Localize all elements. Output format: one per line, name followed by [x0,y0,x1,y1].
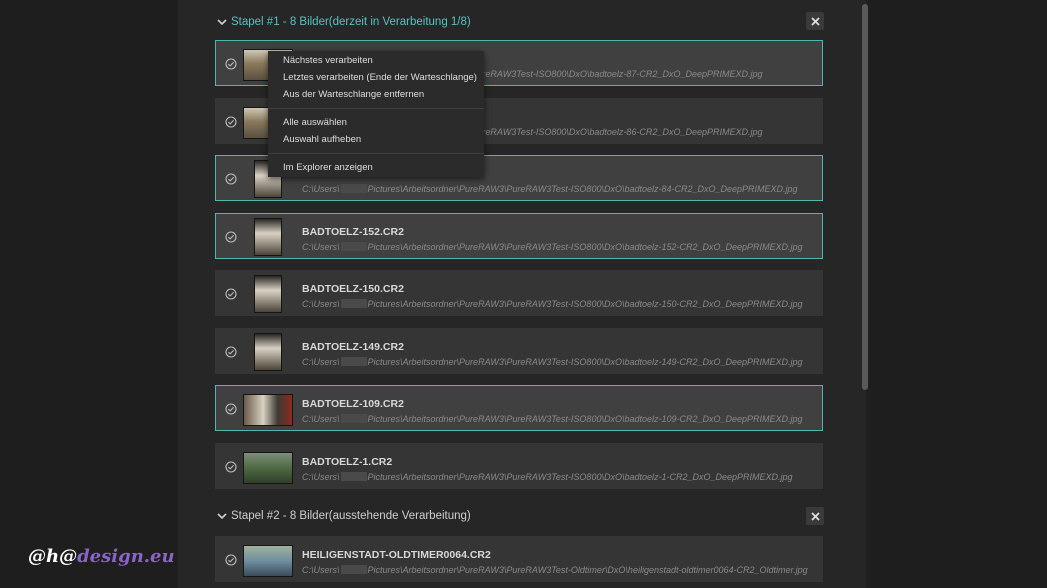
check-circle-icon [225,288,237,300]
queue-row[interactable]: BADTOELZ-109.CR2 C:\Users\ Pictures\Arbeit… [215,385,823,431]
file-path-suffix: Pictures\Arbeitsordner\PureRAW3\PureRAW3… [367,242,803,252]
file-path-suffix: Pictures\Arbeitsordner\PureRAW3\PureRAW3… [367,414,803,424]
file-path: C:\Users\ Pictures\Arbeitsordner\PureRAW3… [302,414,803,424]
image-thumbnail [254,218,282,256]
chevron-down-icon[interactable] [215,509,229,523]
queue-row[interactable]: HEILIGENSTADT-OLDTIMER0064.CR2 C:\Users\ P… [215,536,823,582]
file-path: C:\Users\ Pictures\Arbeitsordner\PureRAW3… [302,357,803,367]
file-name: HEILIGENSTADT-OLDTIMER0064.CR2 [302,549,491,561]
file-path-suffix: Pictures\Arbeitsordner\PureRAW3\PureRAW3… [367,357,803,367]
file-name: BADTOELZ-149.CR2 [302,341,404,353]
watermark-part1: @h@ [28,546,78,567]
file-path-prefix: C:\Users\ [302,414,340,424]
file-path: C:\Users\ Pictures\Arbeitsordner\PureRAW3… [302,472,793,482]
menu-item-process-next[interactable]: Nächstes verarbeiten [283,54,373,68]
check-circle-icon [225,554,237,566]
menu-divider [268,108,484,109]
file-path-prefix: C:\Users\ [302,357,340,367]
file-name: BADTOELZ-152.CR2 [302,226,404,238]
watermark-logo: @h@design.eu [28,546,175,567]
group-title-1: Stapel #1 - 8 Bilder(derzeit in Verarbei… [231,16,471,28]
close-group-1-button[interactable] [806,12,824,30]
close-icon [810,511,820,521]
menu-item-process-last[interactable]: Letztes verarbeiten (Ende der Warteschla… [283,71,477,85]
check-circle-icon [225,461,237,473]
group-title-2: Stapel #2 - 8 Bilder(ausstehende Verarbe… [231,510,471,522]
queue-row[interactable]: BADTOELZ-152.CR2 C:\Users\ Pictures\Arbeit… [215,213,823,259]
image-thumbnail [243,394,293,426]
menu-divider [268,153,484,154]
file-path: C:\Users\ Pictures\Arbeitsordner\PureRAW3… [302,299,803,309]
redacted-username [340,472,367,481]
file-path-suffix: Pictures\Arbeitsordner\PureRAW3\PureRAW3… [367,565,808,575]
file-path: C:\Users\ Pictures\Arbeitsordner\PureRAW3… [302,242,803,252]
image-thumbnail [254,333,282,371]
queue-row[interactable]: BADTOELZ-149.CR2 C:\Users\ Pictures\Arbeit… [215,328,823,374]
image-thumbnail [243,452,293,484]
menu-item-remove-from-queue[interactable]: Aus der Warteschlange entfernen [283,88,424,102]
redacted-username [340,299,367,308]
scrollbar[interactable] [862,4,868,390]
group-header-1[interactable]: Stapel #1 - 8 Bilder(derzeit in Verarbei… [215,11,827,33]
redacted-username [340,414,367,423]
menu-item-deselect[interactable]: Auswahl aufheben [283,133,361,147]
context-menu: Nächstes verarbeiten Letztes verarbeiten… [268,51,484,177]
redacted-username [340,565,367,574]
check-circle-icon [225,403,237,415]
file-path-prefix: C:\Users\ [302,565,340,575]
image-thumbnail [254,275,282,313]
file-path-suffix: Pictures\Arbeitsordner\PureRAW3\PureRAW3… [367,299,803,309]
redacted-username [340,184,367,193]
check-circle-icon [225,231,237,243]
queue-row[interactable]: BADTOELZ-1.CR2 C:\Users\ Pictures\Arbeitso… [215,443,823,489]
check-circle-icon [225,173,237,185]
file-name: BADTOELZ-109.CR2 [302,398,404,410]
image-thumbnail [243,545,293,577]
redacted-username [340,242,367,251]
file-name: BADTOELZ-150.CR2 [302,283,404,295]
redacted-username [340,357,367,366]
file-path-prefix: C:\Users\ [302,242,340,252]
check-circle-icon [225,116,237,128]
close-icon [810,16,820,26]
queue-row[interactable]: BADTOELZ-150.CR2 C:\Users\ Pictures\Arbeit… [215,270,823,316]
file-path-suffix: Pictures\Arbeitsordner\PureRAW3\PureRAW3… [367,472,793,482]
menu-item-select-all[interactable]: Alle auswählen [283,116,347,130]
file-path: C:\Users\ Pictures\Arbeitsordner\PureRAW3… [302,184,798,194]
file-path-suffix: Pictures\Arbeitsordner\PureRAW3\PureRAW3… [367,184,798,194]
check-circle-icon [225,58,237,70]
close-group-2-button[interactable] [806,507,824,525]
check-circle-icon [225,346,237,358]
group-header-2[interactable]: Stapel #2 - 8 Bilder(ausstehende Verarbe… [215,505,827,527]
file-path: C:\Users\ Pictures\Arbeitsordner\PureRAW3… [302,565,808,575]
file-path-prefix: C:\Users\ [302,184,340,194]
watermark-part2: design.eu [77,546,175,567]
menu-item-show-in-explorer[interactable]: Im Explorer anzeigen [283,161,373,175]
file-name: BADTOELZ-1.CR2 [302,456,393,468]
chevron-down-icon[interactable] [215,15,229,29]
file-path-prefix: C:\Users\ [302,299,340,309]
file-path-prefix: C:\Users\ [302,472,340,482]
